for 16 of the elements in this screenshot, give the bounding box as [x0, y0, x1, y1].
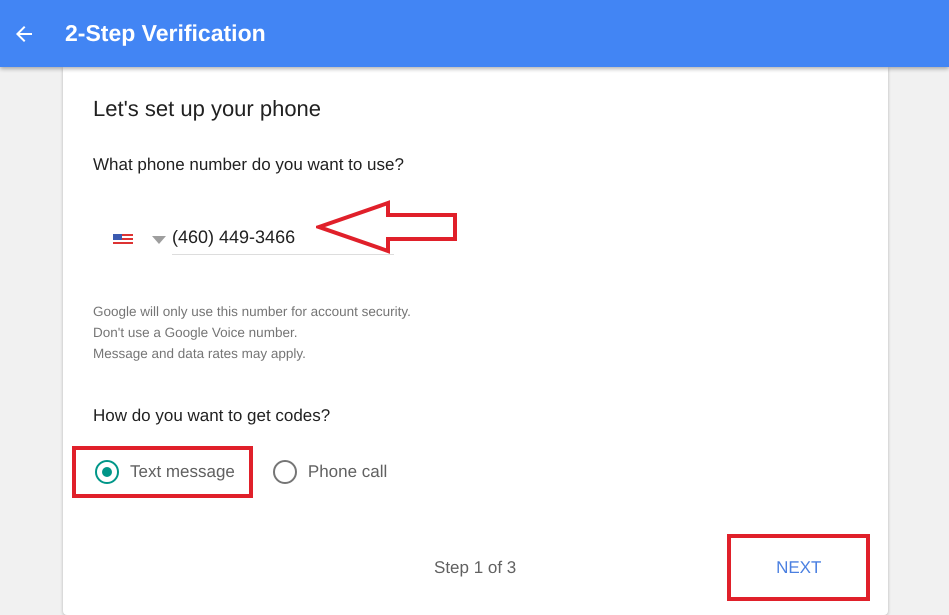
phone-field[interactable]: (460) 449-3466: [172, 225, 394, 255]
codes-question: How do you want to get codes?: [93, 406, 332, 426]
radio-option[interactable]: Text message: [95, 460, 235, 484]
helper-text: Message and data rates may apply.: [93, 345, 307, 363]
radio-option[interactable]: Phone call: [272, 460, 388, 484]
caret-icon[interactable]: [152, 236, 166, 244]
page-title: 2-Step Verification: [65, 20, 266, 47]
radio-button[interactable]: [95, 460, 119, 484]
radio-button[interactable]: [272, 460, 297, 484]
phone-question: What phone number do you want to use?: [93, 155, 405, 175]
next-button[interactable]: NEXT: [762, 550, 836, 586]
helper-text: Don't use a Google Voice number.: [93, 324, 298, 342]
step-indicator: Step 1 of 3: [434, 558, 516, 578]
card-title: Let's set up your phone: [93, 96, 322, 122]
helper-text: Google will only use this number for account security.: [93, 303, 412, 321]
flag-icon[interactable]: [113, 234, 133, 246]
